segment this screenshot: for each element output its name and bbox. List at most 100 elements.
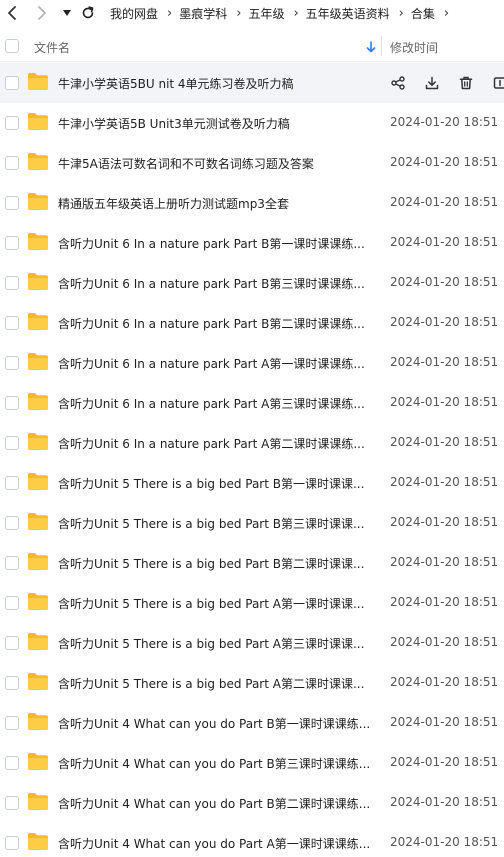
file-row[interactable]: 含听力Unit 6 In a nature park Part A第二课时课课练… [0, 423, 504, 463]
row-checkbox[interactable] [5, 716, 19, 730]
file-row[interactable]: 含听力Unit 6 In a nature park Part B第二课时课课练… [0, 303, 504, 343]
breadcrumb-item[interactable]: 墨痕学科 [179, 5, 227, 22]
folder-icon [27, 592, 49, 611]
file-modified-time: 2024-01-20 18:51 [390, 675, 499, 689]
breadcrumb-item[interactable]: 五年级 [248, 5, 284, 22]
file-name[interactable]: 含听力Unit 6 In a nature park Part B第二课时课课练… [58, 315, 365, 332]
row-checkbox[interactable] [5, 276, 19, 290]
column-divider[interactable] [381, 36, 382, 56]
row-checkbox[interactable] [5, 756, 19, 770]
top-navigation-bar: 我的网盘 › 墨痕学科 › 五年级 › 五年级英语资料 › 合集 › [0, 0, 504, 26]
file-row[interactable]: 精通版五年级英语上册听力测试题mp3全套 2024-01-20 18:51 [0, 183, 504, 223]
back-button[interactable] [2, 3, 22, 23]
file-row[interactable]: 含听力Unit 4 What can you do Part A第一课时课课练.… [0, 823, 504, 857]
file-name[interactable]: 含听力Unit 5 There is a big bed Part A第一课时课… [58, 595, 364, 612]
folder-icon [27, 432, 49, 451]
file-name[interactable]: 含听力Unit 5 There is a big bed Part A第二课时课… [58, 675, 364, 692]
file-name[interactable]: 含听力Unit 5 There is a big bed Part B第一课时课… [58, 475, 364, 492]
row-checkbox[interactable] [5, 556, 19, 570]
file-name[interactable]: 含听力Unit 6 In a nature park Part B第三课时课课练… [58, 275, 365, 292]
breadcrumb-item[interactable]: 我的网盘 [110, 5, 158, 22]
breadcrumb-item[interactable]: 合集 [411, 5, 435, 22]
file-name[interactable]: 精通版五年级英语上册听力测试题mp3全套 [58, 195, 289, 212]
folder-icon [27, 512, 49, 531]
row-checkbox[interactable] [5, 636, 19, 650]
row-checkbox[interactable] [5, 436, 19, 450]
file-name[interactable]: 牛津小学英语5BU nit 4单元练习卷及听力稿 [58, 75, 294, 92]
breadcrumb-separator: › [443, 5, 450, 21]
file-name[interactable]: 牛津小学英语5B Unit3单元测试卷及听力稿 [58, 115, 290, 132]
folder-icon [27, 672, 49, 691]
share-icon[interactable] [388, 73, 408, 93]
file-name[interactable]: 含听力Unit 5 There is a big bed Part B第二课时课… [58, 555, 364, 572]
file-row[interactable]: 含听力Unit 6 In a nature park Part A第三课时课课练… [0, 383, 504, 423]
delete-icon[interactable] [456, 73, 476, 93]
row-checkbox[interactable] [5, 156, 19, 170]
file-modified-time: 2024-01-20 18:51 [390, 315, 499, 329]
refresh-button[interactable] [78, 3, 98, 23]
file-modified-time: 2024-01-20 18:51 [390, 795, 499, 809]
breadcrumb-separator: › [293, 5, 299, 21]
breadcrumb-separator: › [398, 5, 404, 21]
row-checkbox[interactable] [5, 316, 19, 330]
file-row[interactable]: 含听力Unit 5 There is a big bed Part B第二课时课… [0, 543, 504, 583]
sort-down-icon[interactable] [366, 38, 376, 57]
file-name[interactable]: 含听力Unit 5 There is a big bed Part A第三课时课… [58, 635, 364, 652]
file-name[interactable]: 牛津5A语法可数名词和不可数名词练习题及答案 [58, 155, 314, 172]
file-row[interactable]: 含听力Unit 4 What can you do Part B第二课时课课练.… [0, 783, 504, 823]
file-row[interactable]: 牛津5A语法可数名词和不可数名词练习题及答案 2024-01-20 18:51 [0, 143, 504, 183]
file-modified-time: 2024-01-20 18:51 [390, 195, 499, 209]
file-row[interactable]: 含听力Unit 6 In a nature park Part A第一课时课课练… [0, 343, 504, 383]
file-row[interactable]: 含听力Unit 5 There is a big bed Part A第二课时课… [0, 663, 504, 703]
row-actions [388, 73, 504, 93]
file-row[interactable]: 牛津小学英语5BU nit 4单元练习卷及听力稿 [0, 63, 504, 103]
download-icon[interactable] [422, 73, 442, 93]
file-list-header: 文件名 修改时间 [0, 30, 504, 62]
file-name[interactable]: 含听力Unit 5 There is a big bed Part B第三课时课… [58, 515, 364, 532]
file-name[interactable]: 含听力Unit 6 In a nature park Part A第三课时课课练… [58, 395, 365, 412]
file-name[interactable]: 含听力Unit 4 What can you do Part B第一课时课课练.… [58, 715, 370, 732]
file-modified-time: 2024-01-20 18:51 [390, 235, 499, 249]
row-checkbox[interactable] [5, 116, 19, 130]
row-checkbox[interactable] [5, 596, 19, 610]
file-name[interactable]: 含听力Unit 4 What can you do Part B第三课时课课练.… [58, 755, 370, 772]
file-row[interactable]: 含听力Unit 5 There is a big bed Part B第一课时课… [0, 463, 504, 503]
file-name[interactable]: 含听力Unit 6 In a nature park Part A第二课时课课练… [58, 435, 365, 452]
select-all-checkbox[interactable] [5, 39, 19, 53]
forward-button[interactable] [32, 3, 52, 23]
row-checkbox[interactable] [5, 476, 19, 490]
row-checkbox[interactable] [5, 516, 19, 530]
row-checkbox[interactable] [5, 76, 19, 90]
file-name[interactable]: 含听力Unit 6 In a nature park Part B第一课时课课练… [58, 235, 365, 252]
file-name[interactable]: 含听力Unit 4 What can you do Part A第一课时课课练.… [58, 835, 370, 852]
file-row[interactable]: 含听力Unit 5 There is a big bed Part A第一课时课… [0, 583, 504, 623]
row-checkbox[interactable] [5, 356, 19, 370]
row-checkbox[interactable] [5, 676, 19, 690]
row-checkbox[interactable] [5, 196, 19, 210]
file-modified-time: 2024-01-20 18:51 [390, 395, 499, 409]
file-row[interactable]: 含听力Unit 6 In a nature park Part B第三课时课课练… [0, 263, 504, 303]
column-header-time[interactable]: 修改时间 [390, 39, 438, 56]
file-modified-time: 2024-01-20 18:51 [390, 475, 499, 489]
file-row[interactable]: 含听力Unit 5 There is a big bed Part A第三课时课… [0, 623, 504, 663]
breadcrumb-item[interactable]: 五年级英语资料 [306, 5, 390, 22]
file-row[interactable]: 含听力Unit 5 There is a big bed Part B第三课时课… [0, 503, 504, 543]
row-checkbox[interactable] [5, 236, 19, 250]
file-name[interactable]: 含听力Unit 4 What can you do Part B第二课时课课练.… [58, 795, 370, 812]
folder-icon [27, 752, 49, 771]
file-modified-time: 2024-01-20 18:51 [390, 435, 499, 449]
history-dropdown-button[interactable] [57, 3, 77, 23]
file-name[interactable]: 含听力Unit 6 In a nature park Part A第一课时课课练… [58, 355, 365, 372]
file-row[interactable]: 含听力Unit 4 What can you do Part B第三课时课课练.… [0, 743, 504, 783]
column-header-name[interactable]: 文件名 [34, 39, 70, 56]
more-icon[interactable] [490, 73, 504, 93]
row-checkbox[interactable] [5, 836, 19, 850]
file-row[interactable]: 含听力Unit 4 What can you do Part B第一课时课课练.… [0, 703, 504, 743]
row-checkbox[interactable] [5, 796, 19, 810]
file-row[interactable]: 牛津小学英语5B Unit3单元测试卷及听力稿 2024-01-20 18:51 [0, 103, 504, 143]
file-modified-time: 2024-01-20 18:51 [390, 555, 499, 569]
folder-icon [27, 112, 49, 131]
file-list: 牛津小学英语5BU nit 4单元练习卷及听力稿 牛津小学英语5B Unit3单元… [0, 63, 504, 857]
file-row[interactable]: 含听力Unit 6 In a nature park Part B第一课时课课练… [0, 223, 504, 263]
row-checkbox[interactable] [5, 396, 19, 410]
